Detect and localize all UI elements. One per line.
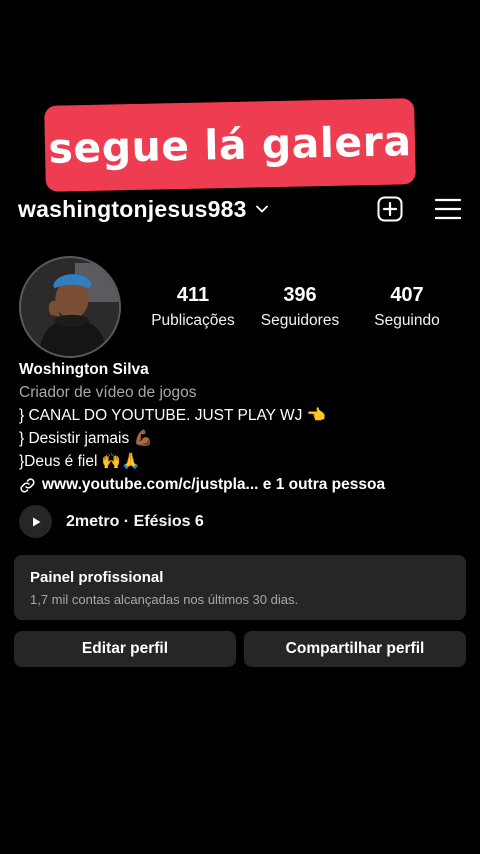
add-icon[interactable] <box>376 195 404 223</box>
dashboard-title: Painel profissional <box>30 569 164 586</box>
profile-actions: Editar perfil Compartilhar perfil <box>14 631 466 667</box>
bio-line: } Desistir jamais 💪🏾 <box>19 430 153 447</box>
caption-text: segue lá galera <box>47 117 413 173</box>
bio-line: } CANAL DO YOUTUBE. JUST PLAY WJ 👈 <box>19 407 326 424</box>
bio-line: }Deus é fiel 🙌🙏 <box>19 453 141 470</box>
profile-avatar[interactable] <box>19 256 121 358</box>
profile-screen: segue lá galera washingtonjesus983 411 P… <box>0 0 480 854</box>
following-label: Seguindo <box>374 312 440 329</box>
chevron-down-icon <box>255 202 269 216</box>
edit-profile-button[interactable]: Editar perfil <box>14 631 236 667</box>
display-name: Woshington Silva <box>19 361 149 378</box>
share-profile-button[interactable]: Compartilhar perfil <box>244 631 466 667</box>
music-title: 2metro · Efésios 6 <box>66 512 204 530</box>
posts-count: 411 <box>176 284 210 306</box>
top-bar: washingtonjesus983 <box>18 192 462 226</box>
username: washingtonjesus983 <box>18 195 247 222</box>
link-icon <box>19 477 36 494</box>
professional-dashboard[interactable]: Painel profissional 1,7 mil contas alcan… <box>14 555 466 620</box>
stat-followers[interactable]: 396 Seguidores <box>247 283 353 330</box>
link-text: www.youtube.com/c/justpla... e 1 outra p… <box>42 476 386 493</box>
play-icon[interactable] <box>19 505 52 538</box>
followers-label: Seguidores <box>260 312 340 329</box>
profile-music[interactable]: 2metro · Efésios 6 <box>19 505 204 538</box>
stat-following[interactable]: 407 Seguindo <box>354 283 460 330</box>
bio-link[interactable]: www.youtube.com/c/justpla... e 1 outra p… <box>19 476 464 494</box>
menu-icon[interactable] <box>434 195 462 223</box>
stat-posts[interactable]: 411 Publicações <box>140 283 246 330</box>
profile-category: Criador de vídeo de jogos <box>19 384 197 401</box>
bio-section: Woshington Silva Criador de vídeo de jog… <box>19 360 464 494</box>
following-count: 407 <box>390 284 424 306</box>
caption-overlay: segue lá galera <box>44 98 416 192</box>
followers-count: 396 <box>283 284 317 306</box>
posts-label: Publicações <box>151 312 235 329</box>
account-switcher[interactable]: washingtonjesus983 <box>18 196 269 223</box>
profile-stats: 411 Publicações 396 Seguidores 407 Segui… <box>140 283 460 330</box>
dashboard-subtitle: 1,7 mil contas alcançadas nos últimos 30… <box>30 592 299 607</box>
